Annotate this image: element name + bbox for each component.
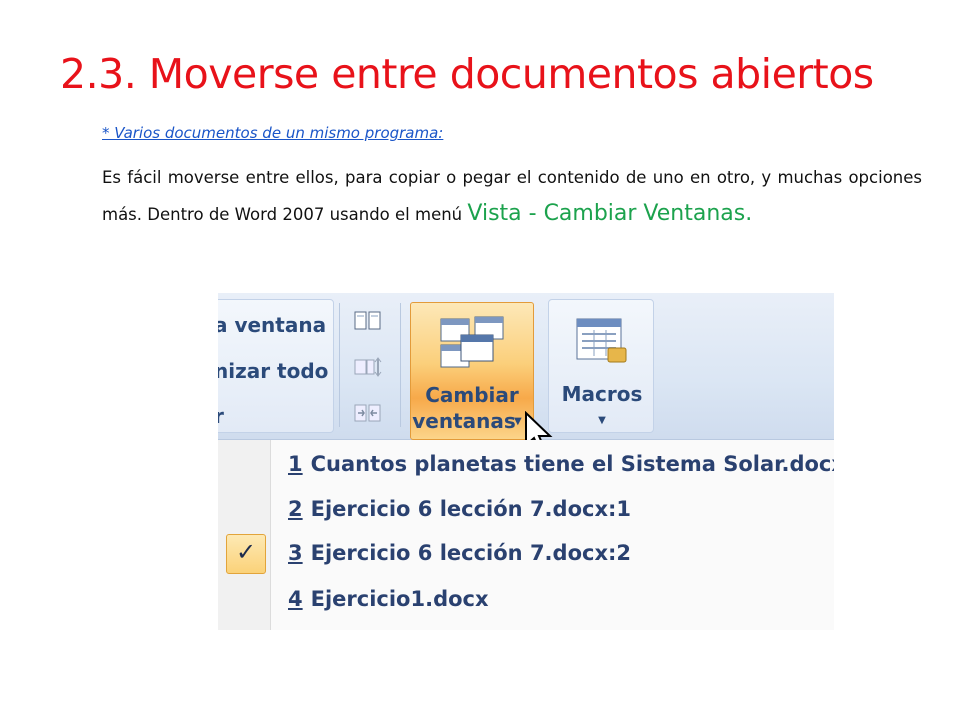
menu-item-number: 3 [288,541,303,565]
switch-windows-menu: 1 Cuantos planetas tiene el Sistema Solar… [218,440,834,630]
menu-item-label: Cuantos planetas tiene el Sistema Solar.… [310,452,834,476]
menu-item-number: 4 [288,587,303,611]
split-command[interactable]: r [218,404,224,428]
arrange-all-command[interactable]: nizar todo [218,359,328,383]
new-window-command[interactable]: a ventana [218,313,326,337]
menu-item-number: 2 [288,497,303,521]
ribbon-separator [400,303,401,427]
word-screenshot: a ventana nizar todo r Cambiar ventanas … [218,293,834,630]
menu-item-document-4[interactable]: 4 Ejercicio1.docx [288,587,489,611]
dropdown-arrow-icon: ▼ [598,415,606,426]
menu-item-label: Ejercicio 6 lección 7.docx:1 [310,497,631,521]
macros-icon [576,318,627,363]
synchronous-scroll-icon[interactable] [354,357,382,377]
switch-windows-label-line1: Cambiar [425,383,519,407]
menu-item-document-2[interactable]: 2 Ejercicio 6 lección 7.docx:1 [288,497,631,521]
menu-item-document-1[interactable]: 1 Cuantos planetas tiene el Sistema Solar… [288,452,834,476]
slide-paragraph: Es fácil moverse entre ellos, para copia… [102,160,922,233]
switch-windows-label-line2: ventanas [412,409,516,433]
macros-label: Macros [561,382,643,406]
checkmark-icon: ✓ [226,534,266,574]
menu-item-label: Ejercicio 6 lección 7.docx:2 [310,541,631,565]
menu-path-highlight: Vista - Cambiar Ventanas. [467,201,753,226]
macros-button[interactable]: Macros ▼ [552,302,652,438]
slide-subtitle: * Varios documentos de un mismo programa… [102,124,444,142]
ribbon: a ventana nizar todo r Cambiar ventanas … [218,293,834,454]
switch-windows-icon [440,316,504,368]
menu-item-document-3[interactable]: 3 Ejercicio 6 lección 7.docx:2 [288,541,631,565]
dropdown-arrow-icon: ▼ [514,416,522,427]
menu-item-label: Ejercicio1.docx [310,587,489,611]
reset-window-icon[interactable] [354,403,382,423]
switch-windows-button[interactable]: Cambiar ventanas ▼ [410,302,534,440]
ribbon-separator [339,303,340,427]
side-by-side-icon[interactable] [354,311,382,331]
slide-title: 2.3. Moverse entre documentos abiertos [60,50,874,98]
menu-item-number: 1 [288,452,303,476]
